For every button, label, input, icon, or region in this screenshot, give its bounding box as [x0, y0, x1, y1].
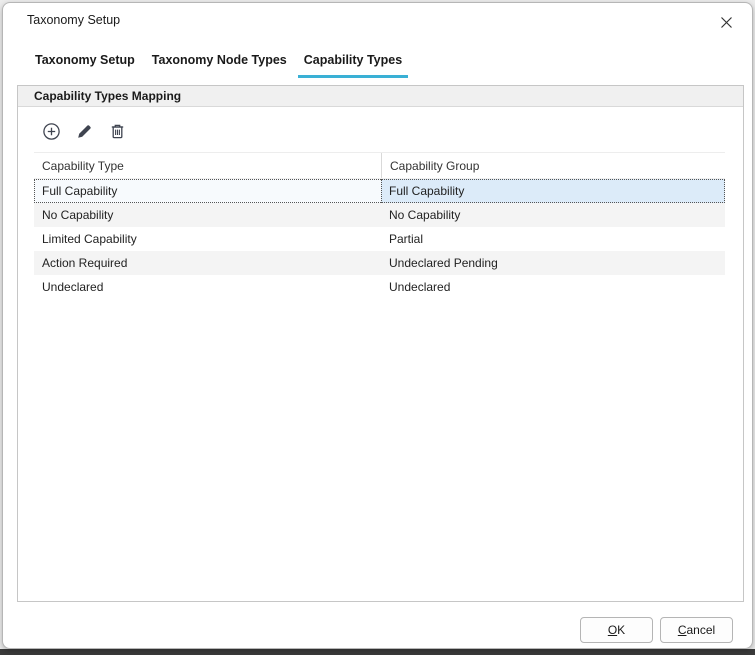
pencil-icon: [75, 122, 94, 141]
cell-capability-group[interactable]: Full Capability: [381, 179, 725, 203]
window-title: Taxonomy Setup: [27, 13, 120, 27]
table-row[interactable]: Undeclared Undeclared: [34, 275, 725, 299]
table-row[interactable]: Limited Capability Partial: [34, 227, 725, 251]
table-row[interactable]: Action Required Undeclared Pending: [34, 251, 725, 275]
close-button[interactable]: [714, 11, 738, 33]
cell-capability-type[interactable]: No Capability: [34, 203, 381, 227]
delete-button[interactable]: [107, 121, 127, 141]
tab-bar: Taxonomy Setup Taxonomy Node Types Capab…: [29, 51, 413, 78]
cell-capability-group[interactable]: No Capability: [381, 203, 725, 227]
add-button[interactable]: [41, 121, 61, 141]
edit-button[interactable]: [74, 121, 94, 141]
tab-capability-types[interactable]: Capability Types: [298, 51, 408, 78]
cell-capability-type[interactable]: Undeclared: [34, 275, 381, 299]
ok-button[interactable]: OK: [580, 617, 653, 643]
cancel-button[interactable]: Cancel: [660, 617, 733, 643]
capability-mapping-table: Capability Type Capability Group Full Ca…: [34, 152, 725, 299]
cell-capability-type[interactable]: Full Capability: [34, 179, 381, 203]
tab-taxonomy-setup[interactable]: Taxonomy Setup: [29, 51, 141, 78]
table-row[interactable]: No Capability No Capability: [34, 203, 725, 227]
close-icon: [720, 16, 733, 29]
column-header-capability-type[interactable]: Capability Type: [34, 153, 381, 178]
dialog-footer: OK Cancel: [580, 617, 733, 643]
plus-circle-icon: [42, 122, 61, 141]
cell-capability-group[interactable]: Partial: [381, 227, 725, 251]
column-header-capability-group[interactable]: Capability Group: [381, 153, 725, 178]
cell-capability-type[interactable]: Limited Capability: [34, 227, 381, 251]
capability-types-mapping-group: Capability Types Mapping: [17, 85, 744, 602]
cancel-button-label: Cancel: [675, 623, 718, 637]
tab-taxonomy-node-types[interactable]: Taxonomy Node Types: [146, 51, 293, 78]
table-row[interactable]: Full Capability Full Capability: [34, 179, 725, 203]
titlebar: Taxonomy Setup: [3, 3, 752, 39]
trash-icon: [108, 122, 127, 141]
cell-capability-group[interactable]: Undeclared: [381, 275, 725, 299]
grid-toolbar: [18, 107, 743, 141]
cell-capability-type[interactable]: Action Required: [34, 251, 381, 275]
cell-capability-group[interactable]: Undeclared Pending: [381, 251, 725, 275]
ok-button-label: OK: [595, 623, 638, 637]
group-title: Capability Types Mapping: [18, 86, 743, 107]
taxonomy-setup-dialog: Taxonomy Setup Taxonomy Setup Taxonomy N…: [2, 2, 753, 649]
table-header: Capability Type Capability Group: [34, 153, 725, 179]
